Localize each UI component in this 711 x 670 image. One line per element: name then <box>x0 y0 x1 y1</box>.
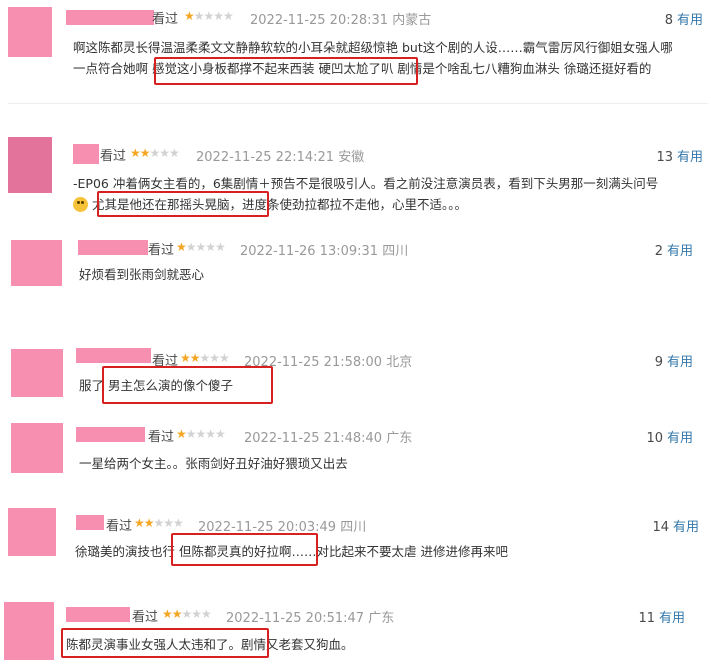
useful-vote[interactable]: 2 有用 <box>655 240 693 259</box>
comment-location: 四川 <box>340 520 367 535</box>
highlight-box <box>61 628 269 658</box>
username-redacted[interactable] <box>78 240 148 255</box>
comment-datetime: 2022-11-25 22:14:21 安徽 <box>196 150 365 165</box>
rating-stars: ★★★★★ <box>184 9 234 23</box>
comment-datetime: 2022-11-26 13:09:31 四川 <box>240 244 409 259</box>
useful-vote[interactable]: 13 有用 <box>656 146 703 165</box>
username-redacted[interactable] <box>73 144 99 164</box>
useful-link: 有用 <box>672 520 699 535</box>
useful-vote[interactable]: 11 有用 <box>638 607 685 626</box>
divider <box>8 103 708 104</box>
highlight-box <box>102 366 273 404</box>
avatar[interactable] <box>8 7 52 57</box>
username-redacted[interactable] <box>66 10 154 25</box>
comment-location: 广东 <box>368 611 395 626</box>
avatar[interactable] <box>8 508 56 556</box>
comment-datetime: 2022-11-25 20:28:31 内蒙古 <box>250 13 432 28</box>
highlight-box <box>97 191 269 217</box>
username-redacted[interactable] <box>76 348 151 363</box>
comment-text: 好烦看到张雨剑就恶心 <box>79 267 205 282</box>
comment-location: 广东 <box>386 431 413 446</box>
useful-link: 有用 <box>676 13 703 28</box>
comment-text: 一星给两个女主。。张雨剑好丑好油好猥琐又出去 <box>79 456 348 471</box>
useful-link: 有用 <box>666 431 693 446</box>
rating-stars: ★★★★★ <box>162 607 212 621</box>
useful-link: 有用 <box>676 150 703 165</box>
useful-link: 有用 <box>666 244 693 259</box>
rating-stars: ★★★★★ <box>176 427 226 441</box>
comment-location: 内蒙古 <box>392 13 432 28</box>
avatar[interactable] <box>4 602 54 660</box>
username-redacted[interactable] <box>76 427 145 442</box>
username-redacted[interactable] <box>66 607 130 622</box>
highlight-box <box>171 533 318 566</box>
useful-link: 有用 <box>658 611 685 626</box>
avatar[interactable] <box>8 137 52 193</box>
username-redacted[interactable] <box>76 515 104 530</box>
useful-vote[interactable]: 14 有用 <box>652 516 699 535</box>
highlight-box <box>154 57 418 85</box>
comment-location: 北京 <box>386 355 413 370</box>
rating-stars: ★★★★★ <box>176 240 226 254</box>
rated-label: 看过 <box>152 12 179 27</box>
useful-vote[interactable]: 10 有用 <box>646 427 693 446</box>
avatar[interactable] <box>11 349 63 397</box>
comment-location: 安徽 <box>338 150 365 165</box>
useful-vote[interactable]: 9 有用 <box>655 351 693 370</box>
rated-label: 看过 <box>106 519 133 534</box>
rating-stars: ★★★★★ <box>130 146 180 160</box>
rated-label: 看过 <box>100 149 127 164</box>
rated-label: 看过 <box>148 243 175 258</box>
avatar[interactable] <box>11 423 63 473</box>
rating-stars: ★★★★★ <box>180 351 230 365</box>
rated-label: 看过 <box>148 430 175 445</box>
comment-location: 四川 <box>382 244 409 259</box>
comment-datetime: 2022-11-25 21:48:40 广东 <box>244 431 413 446</box>
useful-link: 有用 <box>666 355 693 370</box>
avatar[interactable] <box>11 240 62 286</box>
comment-datetime: 2022-11-25 20:51:47 广东 <box>226 611 395 626</box>
useful-vote[interactable]: 8 有用 <box>665 9 703 28</box>
rated-label: 看过 <box>132 610 159 625</box>
grin-emoji-icon <box>73 197 88 212</box>
rating-stars: ★★★★★ <box>134 516 184 530</box>
